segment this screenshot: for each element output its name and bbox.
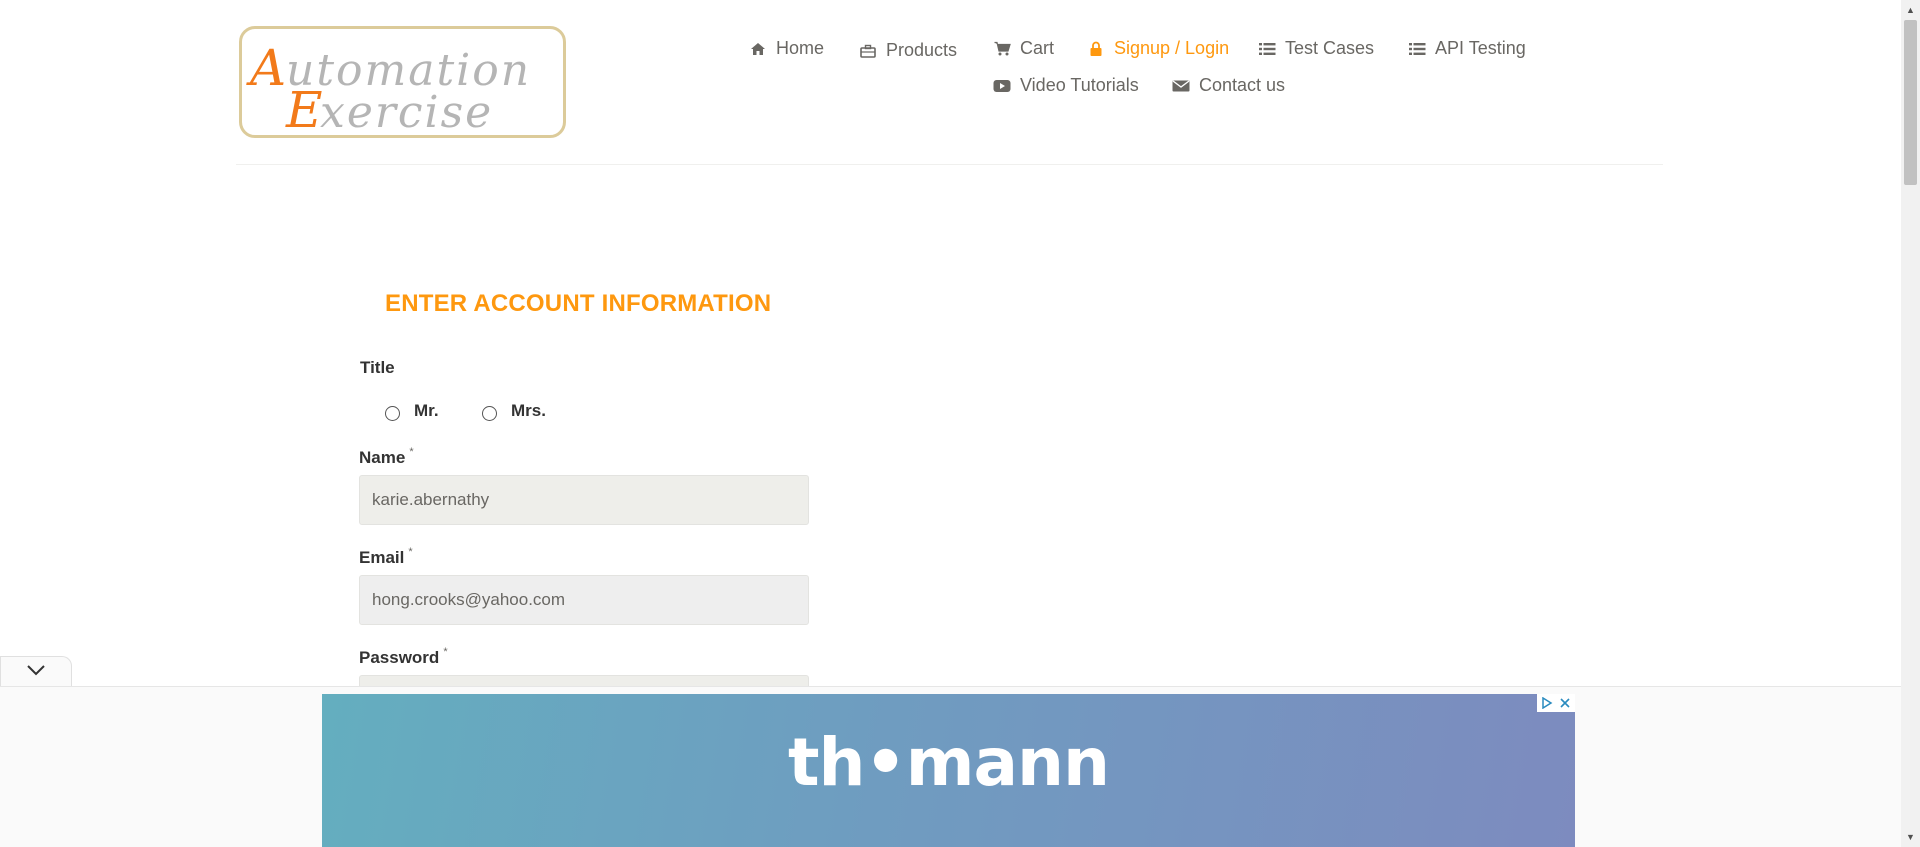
nav-video-tutorials-label: Video Tutorials (1020, 75, 1139, 95)
nav-products[interactable]: Products (859, 40, 957, 61)
ad-controls (1537, 694, 1575, 712)
page-scrollbar[interactable]: ▲ ▼ (1901, 0, 1920, 847)
scroll-down-arrow[interactable]: ▼ (1901, 829, 1920, 845)
nav-contact-us-label: Contact us (1199, 75, 1286, 95)
required-marker: * (443, 646, 448, 658)
nav-home-label: Home (776, 38, 825, 58)
nav-test-cases-label: Test Cases (1285, 38, 1375, 58)
adchoices-icon[interactable] (1539, 695, 1555, 711)
main-nav: Home Products Cart Signup / Login Test C… (0, 0, 1901, 170)
nav-api-testing[interactable]: API Testing (1408, 38, 1526, 59)
nav-home[interactable]: Home (749, 38, 824, 59)
ad-collapse-tab[interactable] (0, 656, 72, 687)
title-mr-radio[interactable] (385, 406, 400, 421)
nav-api-testing-label: API Testing (1435, 38, 1526, 58)
nav-cart-label: Cart (1020, 38, 1055, 58)
title-mr-label[interactable]: Mr. (414, 401, 439, 421)
scroll-up-arrow[interactable]: ▲ (1901, 2, 1920, 18)
password-label-text: Password (359, 648, 440, 667)
name-field[interactable]: karie.abernathy (359, 475, 809, 525)
close-icon[interactable] (1557, 695, 1573, 711)
title-mrs-label[interactable]: Mrs. (511, 401, 546, 421)
title-mrs-radio[interactable] (482, 406, 497, 421)
nav-signup-login[interactable]: Signup / Login (1087, 38, 1229, 59)
list-icon (1258, 40, 1276, 58)
ad-banner[interactable]: th•mann (322, 694, 1575, 847)
required-marker: * (408, 546, 413, 558)
email-label: Email * (359, 546, 413, 568)
chevron-down-icon (26, 663, 46, 681)
ad-brand-text: th•mann (787, 724, 1110, 801)
home-icon (749, 40, 767, 58)
email-field[interactable]: hong.crooks@yahoo.com (359, 575, 809, 625)
list-icon (1408, 40, 1426, 58)
email-field-value: hong.crooks@yahoo.com (372, 590, 566, 609)
nav-signup-login-label: Signup / Login (1114, 38, 1230, 58)
lock-icon (1087, 40, 1105, 58)
header-divider (236, 164, 1663, 165)
form-title: ENTER ACCOUNT INFORMATION (385, 290, 772, 317)
nav-video-tutorials[interactable]: Video Tutorials (993, 75, 1139, 96)
title-label: Title (360, 358, 395, 377)
nav-test-cases[interactable]: Test Cases (1258, 38, 1374, 59)
required-marker: * (409, 446, 414, 458)
briefcase-icon (859, 42, 877, 60)
name-field-value: karie.abernathy (372, 490, 490, 509)
password-label: Password * (359, 646, 448, 668)
nav-contact-us[interactable]: Contact us (1172, 75, 1285, 96)
nav-products-label: Products (886, 40, 958, 60)
envelope-icon (1172, 77, 1190, 95)
youtube-icon (993, 77, 1011, 95)
page-viewport: A utomation E xercise Home Products Cart (0, 0, 1901, 847)
scroll-thumb[interactable] (1904, 20, 1917, 185)
name-label: Name * (359, 446, 414, 468)
name-label-text: Name (359, 448, 406, 467)
cart-icon (993, 40, 1011, 58)
email-label-text: Email (359, 548, 405, 567)
nav-cart[interactable]: Cart (993, 38, 1054, 59)
